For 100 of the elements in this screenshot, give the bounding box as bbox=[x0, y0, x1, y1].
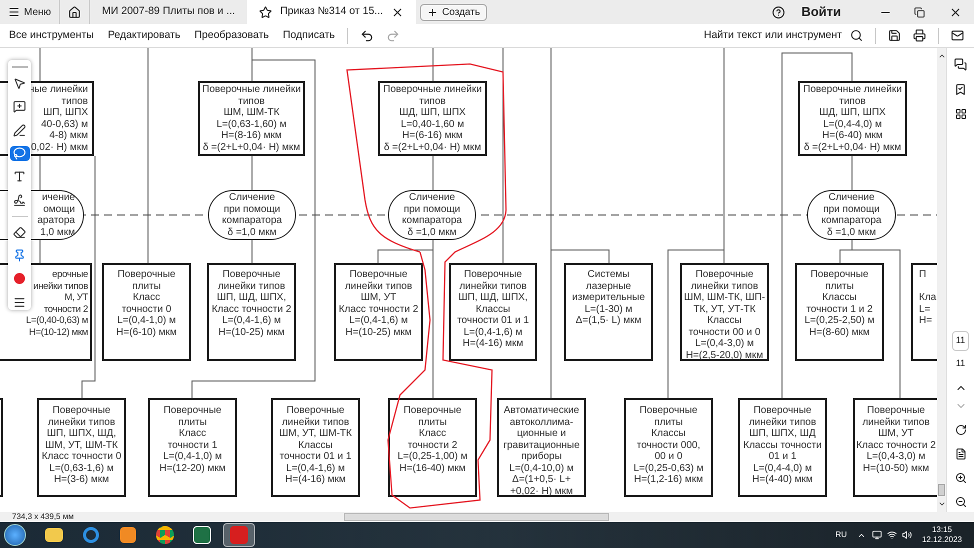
node-text: 4-8) мкм bbox=[49, 130, 88, 142]
lasso-tool[interactable] bbox=[10, 146, 30, 162]
pdf-icon bbox=[230, 526, 248, 544]
comments-icon[interactable] bbox=[954, 58, 967, 71]
restore-icon[interactable] bbox=[914, 6, 925, 18]
node-text: 1,0 мкм bbox=[40, 226, 75, 238]
node-text: Класс bbox=[132, 292, 160, 304]
close-tab-icon bbox=[391, 6, 404, 18]
node-text: ТК, УТ, УТ-ТК bbox=[693, 304, 756, 315]
login-button[interactable]: Войти bbox=[801, 2, 841, 22]
toolbar-menu[interactable]: Подписать bbox=[282, 28, 335, 44]
zoom-in-icon[interactable] bbox=[954, 472, 966, 484]
node-text: измерительные bbox=[572, 292, 645, 304]
menu-icon bbox=[8, 6, 20, 18]
node-text: при помощи bbox=[823, 204, 880, 215]
node-text: точности 000, bbox=[636, 440, 700, 451]
node-text: Автоматические bbox=[504, 405, 580, 416]
node-text: точности 2 bbox=[44, 304, 88, 315]
node-text: H=(6-10) мкм bbox=[116, 326, 177, 338]
node-text: δ =(2+L+0,04· H) мкм bbox=[202, 142, 300, 153]
node-text: Классы точности bbox=[743, 440, 822, 451]
display-icon bbox=[872, 530, 882, 540]
document-tab[interactable]: Приказ №314 от 15... bbox=[247, 0, 416, 24]
volume-icon bbox=[902, 530, 912, 540]
help-icon[interactable] bbox=[772, 6, 786, 18]
folder-icon bbox=[45, 528, 63, 542]
node-text: точности 1 bbox=[168, 440, 218, 451]
comment-icon bbox=[13, 100, 26, 114]
node-text: Δ=(1+0,5· L+ bbox=[512, 474, 571, 486]
node-text: Классы bbox=[707, 315, 742, 326]
clock-date: 12.12.2023 bbox=[922, 535, 962, 545]
node-text: лазерные bbox=[586, 280, 632, 292]
toolbar-menu[interactable]: Редактировать bbox=[108, 28, 180, 44]
cursor-icon bbox=[13, 76, 26, 90]
node-text: Поверочные линейки bbox=[202, 84, 301, 96]
node-text: Поверочные линейки bbox=[383, 84, 482, 96]
node-text: Системы bbox=[588, 269, 630, 280]
node-text: при помощи bbox=[404, 204, 460, 215]
clock-time: 13:15 bbox=[932, 525, 952, 535]
node-text: H=(4-16) мкм bbox=[285, 474, 346, 486]
node-text: L=(1-30) м bbox=[584, 304, 632, 315]
node-text: Классы bbox=[476, 304, 510, 315]
bookmark-icon[interactable] bbox=[954, 83, 967, 96]
node-text: Классы bbox=[822, 292, 857, 304]
node-text: L= bbox=[919, 304, 930, 315]
node-text: Поверочные bbox=[164, 405, 222, 416]
pen-icon bbox=[13, 124, 26, 137]
new-tab-button[interactable]: Создать bbox=[420, 4, 488, 20]
node-text: Поверочные bbox=[350, 269, 408, 280]
node-text: Сличение bbox=[228, 192, 276, 204]
lasso-icon bbox=[13, 146, 26, 160]
zoom-out-icon[interactable] bbox=[954, 496, 966, 508]
node-text: Поверочные bbox=[464, 269, 522, 280]
document-icon[interactable] bbox=[954, 448, 966, 460]
node-text: точности 0 bbox=[122, 304, 172, 315]
horizontal-scrollbar[interactable] bbox=[344, 513, 609, 521]
print-icon[interactable] bbox=[913, 29, 926, 42]
thumbnails-icon[interactable] bbox=[954, 108, 966, 120]
play-icon bbox=[120, 527, 136, 543]
mail-icon[interactable] bbox=[951, 29, 964, 42]
start-button[interactable] bbox=[4, 524, 26, 546]
node-text: Класс точности 2 bbox=[338, 304, 418, 315]
node-text: автоколлима- bbox=[510, 416, 574, 428]
node-text: плиты bbox=[418, 416, 447, 428]
search-icon[interactable] bbox=[850, 29, 863, 42]
close-icon[interactable] bbox=[949, 6, 962, 18]
clock[interactable]: 13:15 12.12.2023 bbox=[922, 525, 962, 545]
network-icon bbox=[886, 530, 897, 540]
toolbar-menu[interactable]: Преобразовать bbox=[194, 28, 269, 44]
node-text: H=(10-50) мкм bbox=[862, 462, 930, 474]
node-text: омощи bbox=[43, 204, 75, 215]
node-text: +0,02· H) мкм bbox=[510, 486, 573, 497]
node-text: ШД, ШП, ШПХ bbox=[399, 107, 466, 118]
menu-button[interactable]: Меню bbox=[0, 0, 60, 24]
node-text: L=(0,63-1,60) м bbox=[216, 118, 286, 130]
node-text: H=(8-60) мкм bbox=[809, 326, 870, 338]
node-text: H=(10-25) мкм bbox=[218, 326, 285, 338]
page-number-field[interactable]: 11 bbox=[952, 331, 970, 350]
node-text: компаратора bbox=[402, 215, 462, 226]
toolbar-menu[interactable]: Все инструменты bbox=[9, 28, 94, 44]
scroll-up-icon[interactable] bbox=[938, 52, 946, 60]
node-text: линейки типов bbox=[862, 416, 930, 428]
scrollbar-thumb[interactable] bbox=[938, 484, 945, 496]
node-text: δ =1,0 мкм bbox=[408, 226, 456, 238]
node-text: линейки типов bbox=[459, 280, 527, 292]
save-icon[interactable] bbox=[888, 29, 901, 42]
language-indicator[interactable]: RU bbox=[835, 529, 847, 541]
undo-icon[interactable] bbox=[360, 28, 374, 42]
node-text: гравитационные bbox=[503, 440, 580, 451]
node-text: Поверочные bbox=[867, 405, 925, 416]
node-text: Поверочные bbox=[52, 405, 110, 416]
node-text: М, УТ bbox=[64, 292, 88, 304]
node-text: H=(10-25) мкм bbox=[345, 326, 412, 338]
node-text: H=(1,2-16) мкм bbox=[634, 474, 703, 486]
scroll-down-icon[interactable] bbox=[938, 500, 946, 508]
search-tools-field[interactable]: Найти текст или инструмент bbox=[704, 28, 842, 44]
node-text: H= bbox=[919, 315, 932, 326]
rotate-icon[interactable] bbox=[954, 424, 966, 436]
node-text: H=(2,5-20,0) мкм bbox=[686, 350, 764, 361]
node-text: δ =1,0 мкм bbox=[228, 226, 276, 238]
